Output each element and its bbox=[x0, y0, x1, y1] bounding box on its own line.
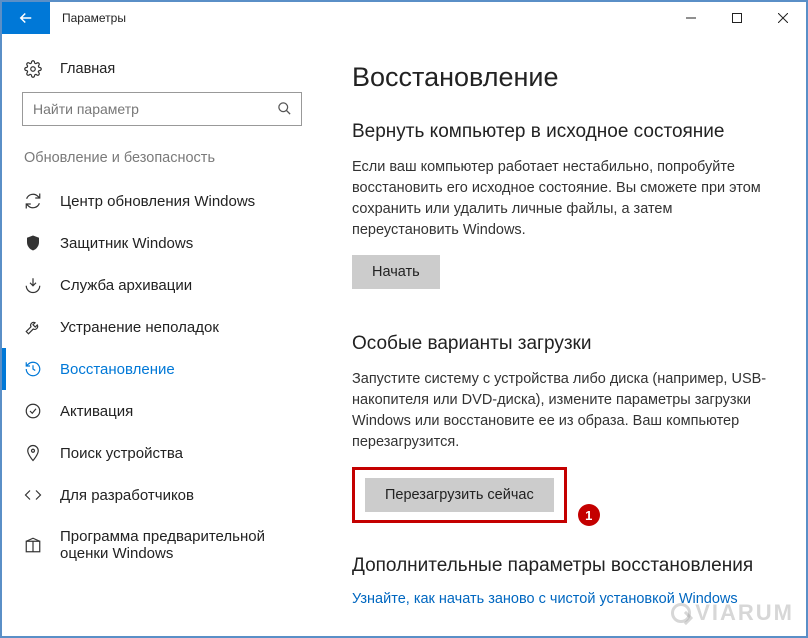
sidebar-item-label: Восстановление bbox=[60, 361, 175, 378]
sidebar-item-label: Служба архивации bbox=[60, 277, 192, 294]
main-content: Восстановление Вернуть компьютер в исход… bbox=[322, 34, 806, 636]
package-icon bbox=[24, 536, 42, 554]
page-title: Восстановление bbox=[352, 62, 782, 93]
search-wrap bbox=[22, 92, 302, 126]
sidebar-item-label: Защитник Windows bbox=[60, 235, 193, 252]
sidebar-item-troubleshoot[interactable]: Устранение неполадок bbox=[2, 306, 322, 348]
titlebar: Параметры bbox=[2, 2, 806, 34]
sidebar-item-backup[interactable]: Служба архивации bbox=[2, 264, 322, 306]
sidebar-item-label: Устранение неполадок bbox=[60, 319, 219, 336]
section-heading-advanced-startup: Особые варианты загрузки bbox=[352, 333, 782, 355]
code-icon bbox=[24, 486, 42, 504]
check-circle-icon bbox=[24, 402, 42, 420]
section-body-advanced-startup: Запустите систему с устройства либо диск… bbox=[352, 369, 772, 453]
sidebar-item-insider[interactable]: Программа предварительной оценки Windows bbox=[2, 516, 322, 574]
section-body-reset: Если ваш компьютер работает нестабильно,… bbox=[352, 157, 772, 241]
sidebar-item-activation[interactable]: Активация bbox=[2, 390, 322, 432]
window-title: Параметры bbox=[50, 2, 138, 34]
home-button[interactable]: Главная bbox=[2, 50, 322, 92]
shield-icon bbox=[24, 234, 42, 252]
back-button[interactable] bbox=[2, 2, 50, 34]
minimize-button[interactable] bbox=[668, 2, 714, 34]
home-label: Главная bbox=[60, 61, 115, 77]
restart-now-button[interactable]: Перезагрузить сейчас bbox=[365, 478, 554, 512]
sidebar-item-label: Для разработчиков bbox=[60, 487, 194, 504]
close-button[interactable] bbox=[760, 2, 806, 34]
gear-icon bbox=[24, 60, 42, 78]
section-heading-more-recovery: Дополнительные параметры восстановления bbox=[352, 555, 782, 577]
sync-icon bbox=[24, 192, 42, 210]
section-header: Обновление и безопасность bbox=[2, 150, 322, 180]
sidebar-item-label: Активация bbox=[60, 403, 133, 420]
maximize-button[interactable] bbox=[714, 2, 760, 34]
search-icon bbox=[277, 101, 292, 121]
sidebar-item-windows-update[interactable]: Центр обновления Windows bbox=[2, 180, 322, 222]
sidebar: Главная Обновление и безопасность Центр … bbox=[2, 34, 322, 636]
reset-start-button[interactable]: Начать bbox=[352, 255, 440, 289]
search-input[interactable] bbox=[22, 92, 302, 126]
fresh-start-link[interactable]: Узнайте, как начать заново с чистой уста… bbox=[352, 591, 782, 607]
annotation-badge: 1 bbox=[578, 504, 600, 526]
sidebar-item-label: Программа предварительной оценки Windows bbox=[60, 528, 302, 562]
sidebar-item-developers[interactable]: Для разработчиков bbox=[2, 474, 322, 516]
sidebar-item-recovery[interactable]: Восстановление bbox=[2, 348, 322, 390]
wrench-icon bbox=[24, 318, 42, 336]
sidebar-item-label: Поиск устройства bbox=[60, 445, 183, 462]
history-icon bbox=[24, 360, 42, 378]
backup-icon bbox=[24, 276, 42, 294]
annotation-highlight: Перезагрузить сейчас 1 bbox=[352, 467, 567, 523]
sidebar-item-defender[interactable]: Защитник Windows bbox=[2, 222, 322, 264]
sidebar-item-label: Центр обновления Windows bbox=[60, 193, 255, 210]
location-icon bbox=[24, 444, 42, 462]
section-heading-reset: Вернуть компьютер в исходное состояние bbox=[352, 121, 782, 143]
sidebar-item-find-device[interactable]: Поиск устройства bbox=[2, 432, 322, 474]
